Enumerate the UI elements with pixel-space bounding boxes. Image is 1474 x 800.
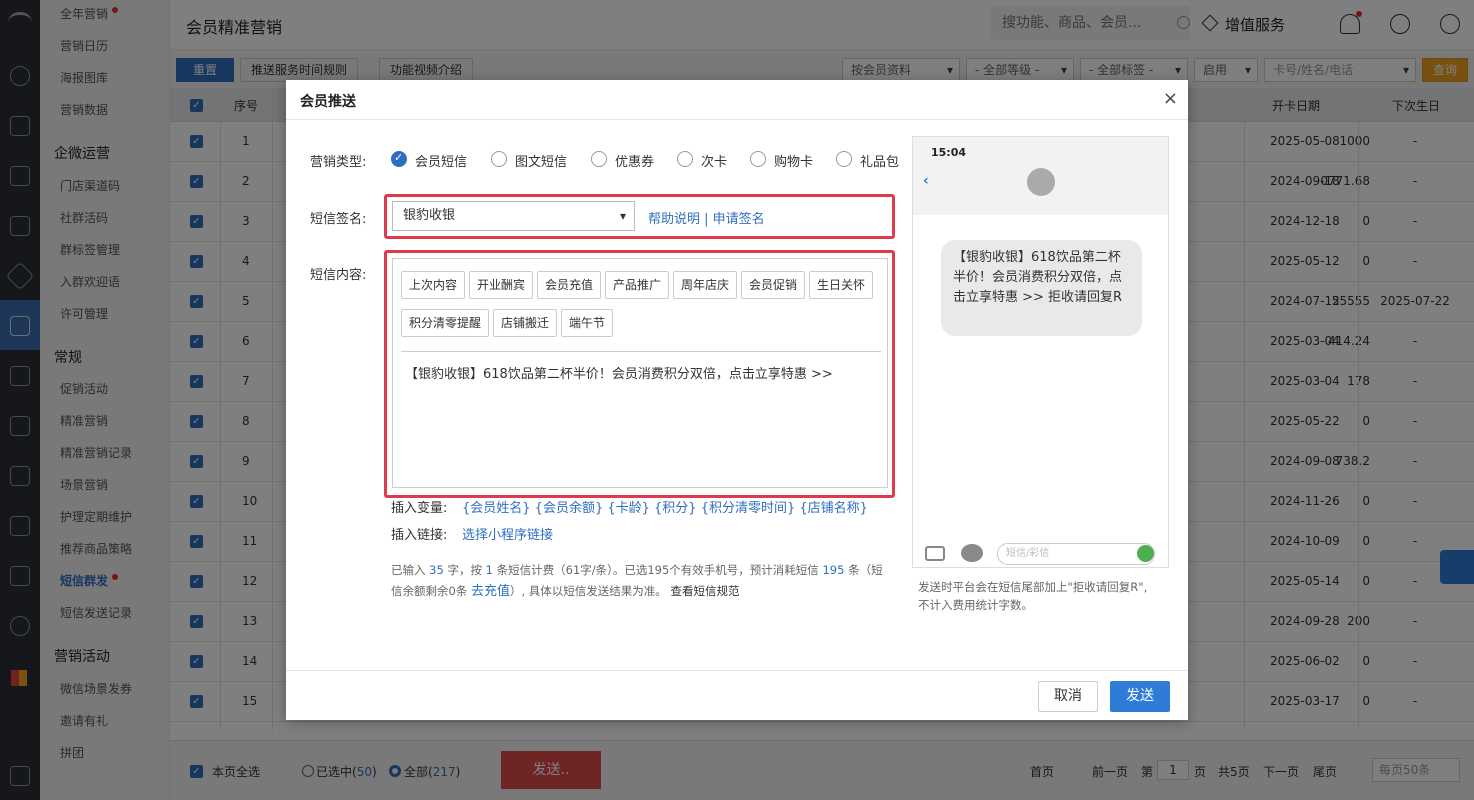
template-tag[interactable]: 周年店庆	[673, 271, 738, 299]
signature-label: 短信签名:	[310, 212, 367, 227]
message-bubble: 【银豹收银】618饮品第二杯半价！会员消费积分双倍，点击立享特惠 >> 拒收请回…	[941, 240, 1142, 336]
send-button[interactable]: 发送	[1110, 681, 1170, 712]
content-editor[interactable]: 上次内容 开业酬宾 会员充值 产品推广 周年店庆 会员促销 生日关怀 积分清零提…	[392, 258, 888, 488]
template-tag[interactable]: 会员充值	[537, 271, 602, 299]
cancel-button[interactable]: 取消	[1038, 681, 1098, 712]
template-tag[interactable]: 上次内容	[401, 271, 466, 299]
app-store-icon	[961, 544, 983, 562]
type-radio-shopping-card[interactable]	[750, 151, 766, 167]
phone-header: 15:04 ‹	[913, 137, 1168, 215]
modal-footer-divider	[286, 670, 1188, 671]
phone-send-icon	[1137, 545, 1154, 562]
signature-help-link[interactable]: 帮助说明 | 申请签名	[648, 208, 765, 227]
camera-icon	[925, 546, 945, 561]
back-icon: ‹	[923, 173, 929, 189]
sms-rules-link[interactable]: 查看短信规范	[670, 584, 739, 598]
phone-time: 15:04	[931, 146, 967, 159]
insert-variables[interactable]: {会员姓名} {会员余额} {卡龄} {积分} {积分清零时间} {店铺名称}	[462, 497, 868, 516]
phone-preview: 15:04 ‹ 【银豹收银】618饮品第二杯半价！会员消费积分双倍，点击立享特惠…	[912, 136, 1169, 568]
status-bar-icons	[1113, 147, 1153, 155]
type-radio-image-sms[interactable]	[491, 151, 507, 167]
modal-title: 会员推送	[300, 94, 356, 110]
contact-avatar	[1027, 168, 1055, 196]
preview-note-2: 不计入费用统计字数。	[918, 598, 1033, 612]
type-radio-coupon[interactable]	[591, 151, 607, 167]
template-tag[interactable]: 积分清零提醒	[401, 309, 490, 337]
preview-note: 发送时平台会在短信尾部加上"拒收请回复R",	[918, 580, 1148, 594]
signature-select[interactable]: 银豹收银	[392, 201, 635, 231]
modal-header: 会员推送 ×	[286, 80, 1188, 120]
phone-message-input: 短信/彩信	[997, 543, 1155, 565]
recharge-link[interactable]: 去充值	[471, 584, 510, 599]
member-push-modal: 会员推送 × 营销类型: 会员短信 图文短信 优惠券 次卡 购物卡 礼品包 短信…	[286, 80, 1188, 720]
close-icon[interactable]: ×	[1163, 88, 1178, 109]
type-label-image-sms: 图文短信	[515, 155, 568, 170]
sms-content-text[interactable]: 【银豹收银】618饮品第二杯半价！会员消费积分双倍，点击立享特惠 >>	[405, 363, 833, 382]
billing-info: 已输入 35 字，按 1 条短信计费（61字/条）。已选195个有效手机号，预计…	[391, 563, 883, 577]
billing-info-2: 信余额剩余0条 去充值）, 具体以短信发送结果为准。 查看短信规范	[391, 584, 740, 599]
template-tag[interactable]: 生日关怀	[809, 271, 874, 299]
type-label-gift-pack: 礼品包	[860, 155, 900, 170]
insert-link-label: 插入链接:	[391, 528, 448, 543]
type-label: 营销类型:	[310, 155, 367, 170]
template-tag[interactable]: 会员促销	[741, 271, 806, 299]
type-label-times-card: 次卡	[701, 155, 728, 170]
template-tag[interactable]: 店铺搬迁	[493, 309, 558, 337]
mini-program-link[interactable]: 选择小程序链接	[462, 524, 553, 543]
content-label: 短信内容:	[310, 268, 367, 283]
type-label-coupon: 优惠券	[615, 155, 655, 170]
type-label-shopping-card: 购物卡	[774, 155, 814, 170]
type-label-member-sms: 会员短信	[415, 155, 468, 170]
type-radio-member-sms[interactable]	[391, 151, 407, 167]
template-tag[interactable]: 端午节	[561, 309, 614, 337]
template-tag[interactable]: 产品推广	[605, 271, 670, 299]
template-tag[interactable]: 开业酬宾	[469, 271, 534, 299]
insert-variable-label: 插入变量:	[391, 501, 448, 516]
type-radio-gift-pack[interactable]	[836, 151, 852, 167]
type-radio-times-card[interactable]	[677, 151, 693, 167]
editor-divider	[401, 351, 881, 352]
